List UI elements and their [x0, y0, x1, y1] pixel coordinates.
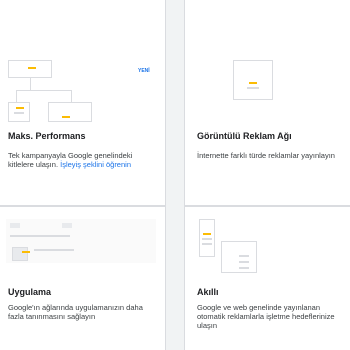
card-description: İnternette farklı türde reklamlar yayınl… [197, 151, 335, 160]
card-description: Google ve web genelinde yayınlanan otoma… [197, 303, 335, 330]
learn-more-link[interactable]: İşleyiş şeklini öğrenin [60, 160, 131, 169]
card-description: Google'ın ağlarında uygulamanızın daha f… [8, 303, 143, 321]
card-title: Maks. Performans [8, 131, 86, 141]
card-title: Uygulama [8, 287, 52, 297]
campaign-card-performance-max[interactable]: YENİ Maks. Performans Tek kampanyayla Go… [0, 0, 166, 206]
campaign-card-smart[interactable]: Akıllı Google ve web genelinde yayınlana… [184, 206, 350, 350]
campaign-card-display-network[interactable]: Görüntülü Reklam Ağı İnternette farklı t… [184, 0, 350, 206]
smart-ad-icon [199, 219, 259, 273]
card-title: Görüntülü Reklam Ağı [197, 131, 292, 141]
new-badge: YENİ [138, 68, 150, 74]
card-description: Tek kampanyayla Google genelindeki kitle… [8, 151, 133, 169]
app-screen-icon [6, 219, 156, 263]
card-title: Akıllı [197, 287, 219, 297]
campaign-card-app[interactable]: Uygulama Google'ın ağlarında uygulamanız… [0, 206, 166, 350]
flow-diagram-icon [8, 60, 158, 122]
display-ad-icon [205, 60, 335, 108]
